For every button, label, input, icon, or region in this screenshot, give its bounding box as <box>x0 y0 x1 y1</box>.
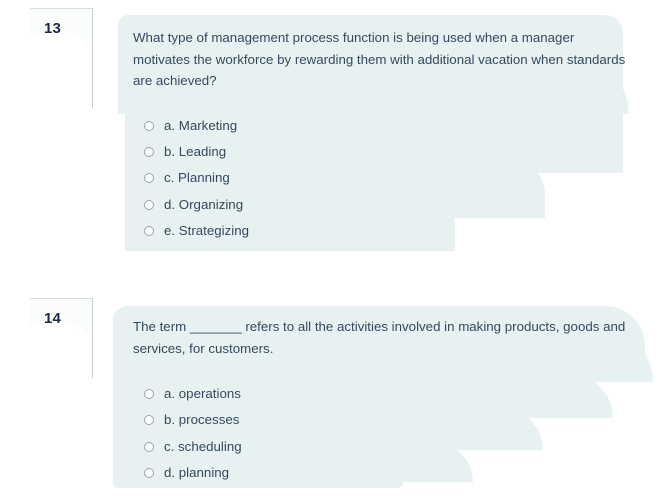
question-number: 13 <box>44 20 62 37</box>
options-list-14: a. operations b. processes c. scheduling… <box>133 381 648 486</box>
question-content-14: The term _______ refers to all the activ… <box>133 316 648 486</box>
radio-button-icon[interactable] <box>144 120 154 131</box>
option-row[interactable]: a. Marketing <box>133 113 633 139</box>
question-number-card-13: 13 <box>30 8 93 108</box>
options-list-13: a. Marketing b. Leading c. Planning d. O… <box>133 113 633 244</box>
option-label: c. scheduling <box>164 438 242 454</box>
option-label: d. planning <box>164 465 230 481</box>
option-row[interactable]: a. operations <box>133 381 648 407</box>
radio-button-icon[interactable] <box>144 441 154 452</box>
radio-button-icon[interactable] <box>144 415 154 426</box>
quiz-page: 13 What type of management process funct… <box>0 0 660 503</box>
question-text: What type of management process function… <box>133 30 626 88</box>
option-label: c. Planning <box>164 170 230 186</box>
radio-button-icon[interactable] <box>144 173 154 184</box>
option-label: b. processes <box>164 412 240 428</box>
radio-button-icon[interactable] <box>144 468 154 479</box>
option-row[interactable]: c. scheduling <box>133 434 648 460</box>
radio-button-icon[interactable] <box>144 225 154 236</box>
option-row[interactable]: d. Organizing <box>133 191 633 217</box>
option-label: b. Leading <box>164 143 227 159</box>
radio-button-icon[interactable] <box>144 199 154 210</box>
question-number-card-14: 14 <box>30 298 93 378</box>
option-label: e. Strategizing <box>164 222 250 238</box>
option-label: a. Marketing <box>164 117 238 133</box>
question-number: 14 <box>44 310 62 327</box>
question-text: The term _______ refers to all the activ… <box>133 319 626 356</box>
option-label: a. operations <box>164 386 241 402</box>
option-row[interactable]: b. Leading <box>133 139 633 165</box>
option-row[interactable]: d. planning <box>133 460 648 486</box>
option-row[interactable]: e. Strategizing <box>133 218 633 244</box>
question-content-13: What type of management process function… <box>133 27 633 244</box>
option-label: d. Organizing <box>164 196 244 212</box>
option-row[interactable]: b. processes <box>133 407 648 433</box>
option-row[interactable]: c. Planning <box>133 165 633 191</box>
radio-button-icon[interactable] <box>144 389 154 400</box>
radio-button-icon[interactable] <box>144 146 154 157</box>
